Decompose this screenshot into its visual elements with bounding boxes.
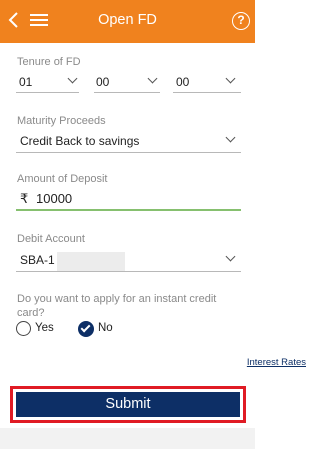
divider (16, 92, 79, 93)
chevron-down-icon (225, 73, 236, 84)
radio-yes-label: Yes (35, 322, 54, 334)
chevron-down-icon (147, 73, 158, 84)
submit-button[interactable]: Submit (16, 392, 240, 417)
app-bar: Open FD ? (0, 0, 255, 43)
currency-symbol: ₹ (20, 191, 29, 206)
instant-credit-question: Do you want to apply for an instant cred… (17, 293, 217, 319)
chevron-down-icon (225, 251, 236, 262)
divider (173, 92, 241, 93)
amount-value: 10000 (36, 191, 73, 206)
radio-no-label: No (98, 322, 113, 334)
divider (94, 92, 160, 93)
bottom-band (0, 428, 255, 449)
debit-label: Debit Account (17, 233, 85, 245)
maturity-label: Maturity Proceeds (17, 115, 106, 127)
amount-label: Amount of Deposit (17, 173, 108, 185)
check-circle-icon (78, 321, 94, 337)
divider (16, 152, 241, 153)
tenure-label: Tenure of FD (17, 56, 81, 68)
debit-account-value: SBA-1 (20, 253, 55, 267)
divider (16, 271, 241, 272)
chevron-down-icon (225, 132, 236, 143)
tenure-years-value: 01 (19, 75, 33, 89)
page-title: Open FD (98, 12, 157, 28)
tenure-days-value: 00 (176, 75, 190, 89)
focus-underline (16, 209, 241, 211)
redacted-account-number (57, 252, 125, 272)
maturity-value: Credit Back to savings (20, 134, 140, 148)
tenure-months-value: 00 (96, 75, 110, 89)
chevron-down-icon (67, 73, 78, 84)
question-circle-icon[interactable]: ? (232, 12, 250, 30)
radio-unselected-icon (16, 321, 31, 336)
interest-rates-link[interactable]: Interest Rates (247, 357, 306, 368)
